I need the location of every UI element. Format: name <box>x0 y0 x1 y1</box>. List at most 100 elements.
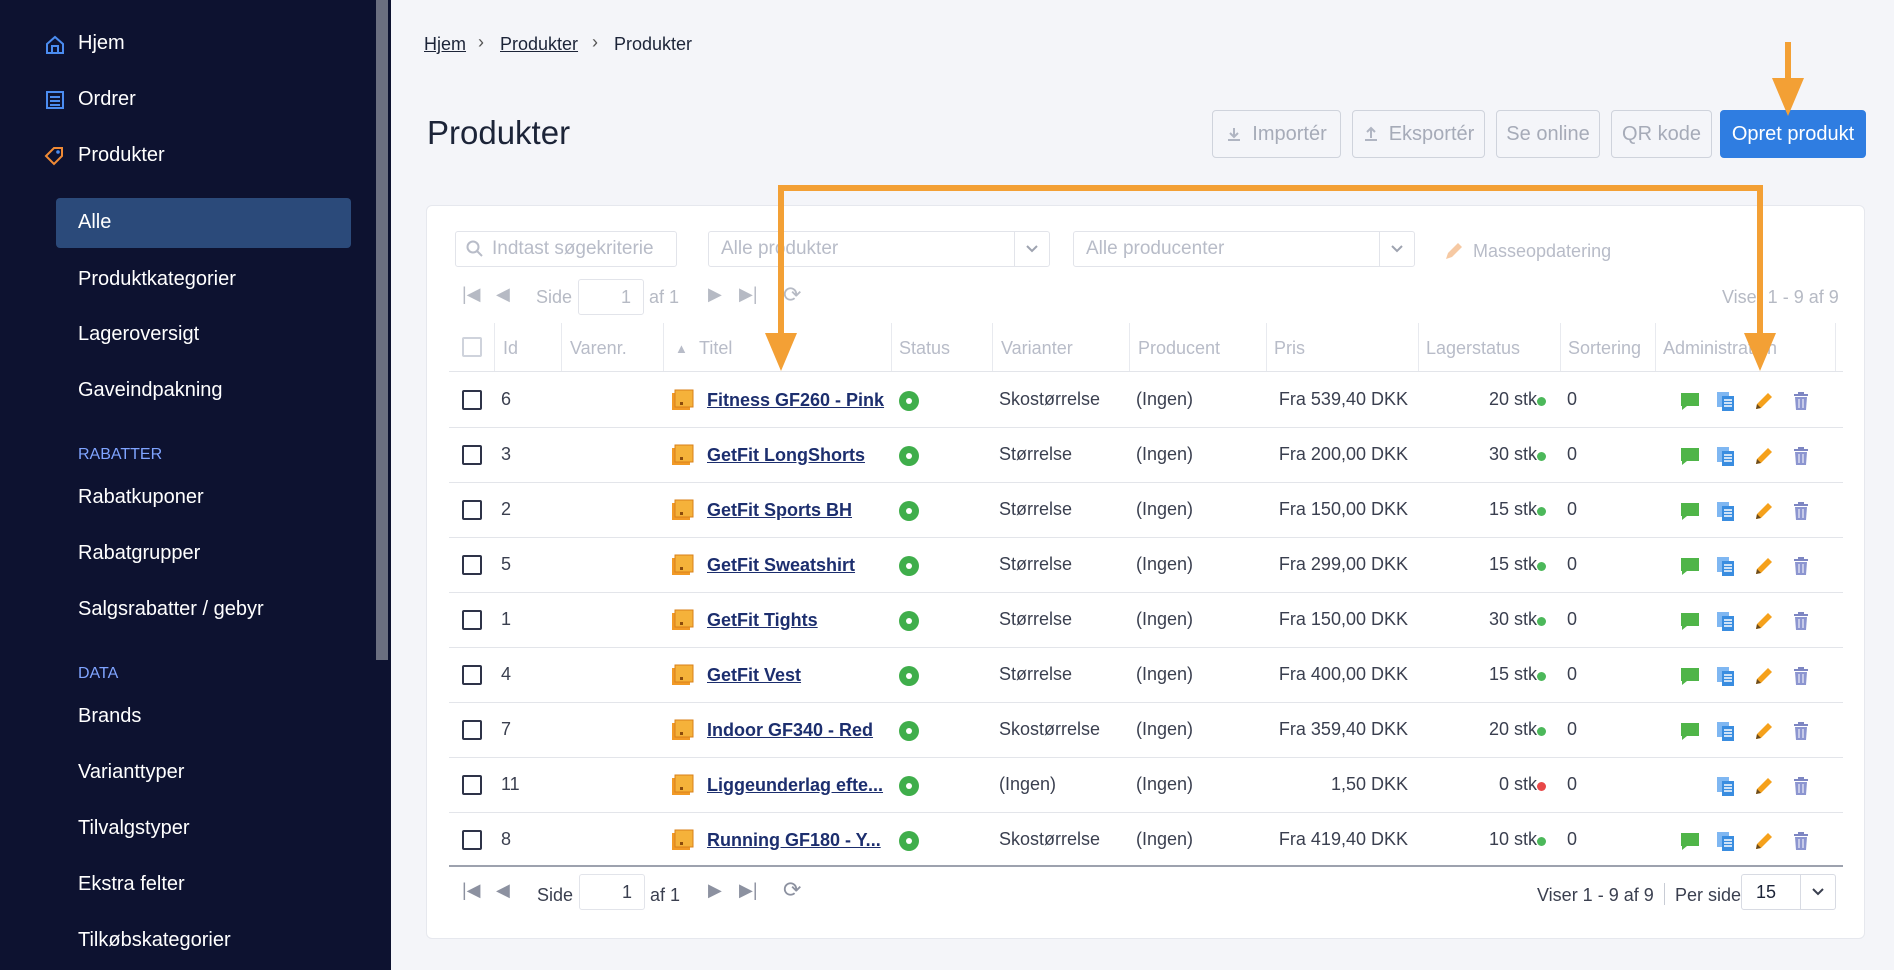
sidebar-item-alle[interactable]: Alle <box>78 211 111 234</box>
view-online-button[interactable]: Se online <box>1496 110 1600 158</box>
prev-page-icon[interactable]: ◀ <box>496 284 510 305</box>
edit-pencil-icon[interactable] <box>1753 445 1775 467</box>
trash-icon[interactable] <box>1790 390 1812 412</box>
copy-icon[interactable] <box>1715 390 1737 412</box>
edit-pencil-icon[interactable] <box>1753 610 1775 632</box>
edit-pencil-icon[interactable] <box>1753 390 1775 412</box>
copy-icon[interactable] <box>1715 665 1737 687</box>
sidebar-item-salgsrabatter[interactable]: Salgsrabatter / gebyr <box>78 598 264 621</box>
comment-icon[interactable] <box>1679 555 1701 577</box>
col-producent[interactable]: Producent <box>1138 338 1220 359</box>
breadcrumb-hjem[interactable]: Hjem <box>424 34 466 54</box>
page-input[interactable]: 1 <box>579 874 645 910</box>
row-checkbox[interactable] <box>462 719 482 740</box>
row-checkbox[interactable] <box>462 829 482 850</box>
sidebar-item-gaveindpakning[interactable]: Gaveindpakning <box>78 379 223 402</box>
comment-icon[interactable] <box>1679 390 1701 412</box>
status-active-icon[interactable] <box>899 830 919 851</box>
comment-icon[interactable] <box>1679 665 1701 687</box>
copy-icon[interactable] <box>1715 720 1737 742</box>
sidebar-item-rabatgrupper[interactable]: Rabatgrupper <box>78 542 200 565</box>
product-title-link[interactable]: Liggeunderlag efte... <box>707 775 883 796</box>
status-active-icon[interactable] <box>899 445 919 466</box>
row-checkbox[interactable] <box>462 664 482 685</box>
first-page-icon[interactable]: |◀ <box>462 284 481 305</box>
col-titel[interactable]: Titel <box>699 338 732 359</box>
trash-icon[interactable] <box>1790 720 1812 742</box>
product-title-link[interactable]: GetFit Tights <box>707 610 818 631</box>
comment-icon[interactable] <box>1679 500 1701 522</box>
next-page-icon[interactable]: ▶ <box>708 880 722 901</box>
last-page-icon[interactable]: ▶| <box>739 880 758 901</box>
per-page-select[interactable]: 15 <box>1741 874 1836 910</box>
status-active-icon[interactable] <box>899 720 919 741</box>
edit-pencil-icon[interactable] <box>1753 500 1775 522</box>
sidebar-item-ekstra-felter[interactable]: Ekstra felter <box>78 873 185 896</box>
trash-icon[interactable] <box>1790 500 1812 522</box>
row-checkbox[interactable] <box>462 554 482 575</box>
export-button[interactable]: Eksportér <box>1352 110 1485 158</box>
sidebar-item-varianttyper[interactable]: Varianttyper <box>78 761 184 784</box>
sidebar-item-brands[interactable]: Brands <box>78 705 141 728</box>
refresh-icon[interactable]: ⟳ <box>783 877 801 903</box>
trash-icon[interactable] <box>1790 665 1812 687</box>
comment-icon[interactable] <box>1679 830 1701 852</box>
producers-select[interactable]: Alle producenter <box>1073 231 1415 267</box>
row-checkbox[interactable] <box>462 609 482 630</box>
row-checkbox[interactable] <box>462 499 482 520</box>
sidebar-item-tilkobskategorier[interactable]: Tilkøbskategorier <box>78 929 231 952</box>
product-title-link[interactable]: GetFit Sweatshirt <box>707 555 855 576</box>
status-active-icon[interactable] <box>899 500 919 521</box>
product-title-link[interactable]: GetFit LongShorts <box>707 445 865 466</box>
next-page-icon[interactable]: ▶ <box>708 284 722 305</box>
copy-icon[interactable] <box>1715 610 1737 632</box>
sidebar-item-produktkategorier[interactable]: Produktkategorier <box>78 268 236 291</box>
sidebar-item-lageroversigt[interactable]: Lageroversigt <box>78 323 199 346</box>
edit-pencil-icon[interactable] <box>1753 665 1775 687</box>
col-lagerstatus[interactable]: Lagerstatus <box>1426 338 1520 359</box>
create-product-button[interactable]: Opret produkt <box>1720 110 1866 158</box>
status-active-icon[interactable] <box>899 610 919 631</box>
refresh-icon[interactable]: ⟳ <box>783 282 801 308</box>
product-title-link[interactable]: Fitness GF260 - Pink <box>707 390 884 411</box>
edit-pencil-icon[interactable] <box>1753 775 1775 797</box>
sidebar-item-rabatkuponer[interactable]: Rabatkuponer <box>78 486 204 509</box>
row-checkbox[interactable] <box>462 774 482 795</box>
select-all-checkbox[interactable] <box>462 337 482 357</box>
qr-code-button[interactable]: QR kode <box>1611 110 1712 158</box>
trash-icon[interactable] <box>1790 555 1812 577</box>
status-active-icon[interactable] <box>899 555 919 576</box>
edit-pencil-icon[interactable] <box>1753 830 1775 852</box>
copy-icon[interactable] <box>1715 500 1737 522</box>
product-title-link[interactable]: GetFit Vest <box>707 665 801 686</box>
breadcrumb-produkter[interactable]: Produkter <box>500 34 578 54</box>
status-active-icon[interactable] <box>899 390 919 411</box>
col-status[interactable]: Status <box>899 338 950 359</box>
col-varianter[interactable]: Varianter <box>1001 338 1073 359</box>
copy-icon[interactable] <box>1715 445 1737 467</box>
col-pris[interactable]: Pris <box>1274 338 1305 359</box>
status-active-icon[interactable] <box>899 665 919 686</box>
copy-icon[interactable] <box>1715 555 1737 577</box>
products-select[interactable]: Alle produkter <box>708 231 1050 267</box>
sidebar-item-hjem[interactable]: Hjem <box>78 32 125 55</box>
prev-page-icon[interactable]: ◀ <box>496 880 510 901</box>
row-checkbox[interactable] <box>462 389 482 410</box>
col-sortering[interactable]: Sortering <box>1568 338 1641 359</box>
trash-icon[interactable] <box>1790 445 1812 467</box>
import-button[interactable]: Importér <box>1212 110 1341 158</box>
page-input[interactable]: 1 <box>578 279 644 315</box>
comment-icon[interactable] <box>1679 720 1701 742</box>
product-title-link[interactable]: Indoor GF340 - Red <box>707 720 873 741</box>
copy-icon[interactable] <box>1715 830 1737 852</box>
col-varenr[interactable]: Varenr. <box>570 338 627 359</box>
copy-icon[interactable] <box>1715 775 1737 797</box>
status-active-icon[interactable] <box>899 775 919 796</box>
product-title-link[interactable]: Running GF180 - Y... <box>707 830 881 851</box>
edit-pencil-icon[interactable] <box>1753 555 1775 577</box>
search-input[interactable]: Indtast søgekriterie <box>455 231 677 267</box>
trash-icon[interactable] <box>1790 830 1812 852</box>
sidebar-scrollbar[interactable] <box>376 0 388 660</box>
trash-icon[interactable] <box>1790 610 1812 632</box>
first-page-icon[interactable]: |◀ <box>462 880 481 901</box>
